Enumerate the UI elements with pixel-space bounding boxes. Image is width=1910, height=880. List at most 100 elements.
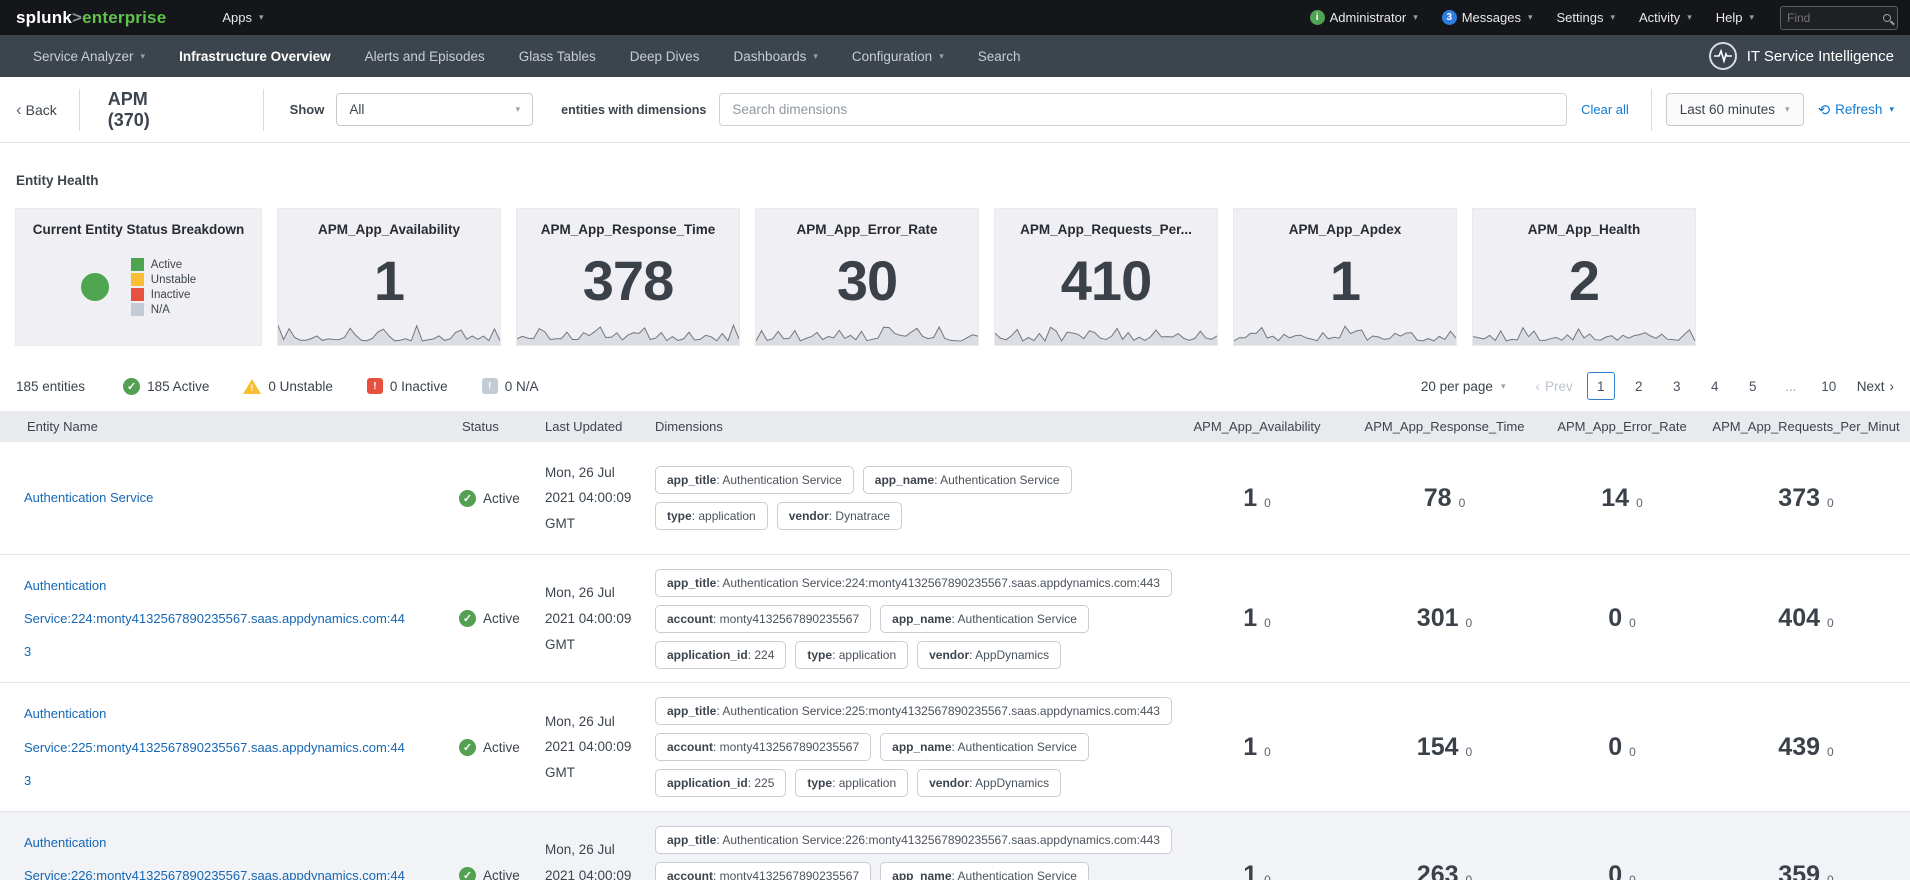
activity-menu[interactable]: Activity▾ (1627, 0, 1704, 35)
next-page-button[interactable]: Next › (1857, 379, 1894, 394)
dimension-chip-vendor[interactable]: vendor: AppDynamics (917, 641, 1061, 669)
apps-menu[interactable]: Apps▾ (210, 0, 275, 35)
nav-item-infrastructure-overview[interactable]: Infrastructure Overview (162, 35, 348, 77)
page-button-5[interactable]: 5 (1739, 372, 1767, 400)
entity-link[interactable]: Authentication Service:226:monty41325678… (24, 835, 405, 880)
column-header-apm-app-availability[interactable]: APM_App_Availability (1167, 419, 1347, 434)
metric-value: 14 (1601, 484, 1629, 513)
page-button-1[interactable]: 1 (1587, 372, 1615, 400)
status-badge-label: 185 Active (147, 379, 209, 394)
page-button-3[interactable]: 3 (1663, 372, 1691, 400)
nav-item-service-analyzer[interactable]: Service Analyzer▾ (16, 35, 162, 77)
chevron-right-icon: › (1890, 379, 1895, 394)
metric-sub-value: 0 (1629, 616, 1636, 630)
back-button[interactable]: ‹ Back (16, 100, 79, 120)
help-menu[interactable]: Help▾ (1704, 0, 1766, 35)
entity-status-label: Active (483, 491, 520, 506)
metric-card-apm-app-response-time[interactable]: APM_App_Response_Time378 (516, 208, 740, 346)
dimension-chip-app_title[interactable]: app_title: Authentication Service (655, 466, 854, 494)
nav-item-search[interactable]: Search (961, 35, 1038, 77)
nav-item-label: Configuration (852, 49, 932, 64)
entity-status-cell: Active (435, 610, 540, 627)
dimension-chip-vendor[interactable]: vendor: Dynatrace (777, 502, 902, 530)
app-title[interactable]: IT Service Intelligence (1709, 42, 1894, 70)
metric-value: 359 (1778, 861, 1820, 880)
dimension-chip-app_title[interactable]: app_title: Authentication Service:226:mo… (655, 826, 1172, 854)
page-button-4[interactable]: 4 (1701, 372, 1729, 400)
nav-item-label: Glass Tables (519, 49, 596, 64)
metric-card-apm-app-apdex[interactable]: APM_App_Apdex1 (1233, 208, 1457, 346)
dimension-chip-app_name[interactable]: app_name: Authentication Service (863, 466, 1072, 494)
page-button-2[interactable]: 2 (1625, 372, 1653, 400)
find-search-box[interactable] (1780, 6, 1898, 30)
nav-item-deep-dives[interactable]: Deep Dives (613, 35, 717, 77)
apps-menu-label: Apps (222, 10, 252, 25)
column-header-apm-app-error-rate[interactable]: APM_App_Error_Rate (1542, 419, 1702, 434)
column-header-entity-name[interactable]: Entity Name (0, 419, 435, 434)
metric-card-apm-app-requests-per-[interactable]: APM_App_Requests_Per...410 (994, 208, 1218, 346)
na-alert-icon (482, 378, 498, 394)
per-page-dropdown[interactable]: 20 per page ▾ (1421, 379, 1506, 394)
dimension-chip-application_id[interactable]: application_id: 225 (655, 769, 786, 797)
dimension-chip-type[interactable]: type: application (795, 769, 908, 797)
page-ellipsis: ... (1777, 372, 1805, 400)
administrator-menu[interactable]: i Administrator▾ (1298, 0, 1430, 35)
dimension-chip-app_title[interactable]: app_title: Authentication Service:224:mo… (655, 569, 1172, 597)
active-check-icon (459, 610, 476, 627)
dimension-chip-type[interactable]: type: application (795, 641, 908, 669)
dimension-key: type (667, 509, 692, 523)
metric-card-apm-app-health[interactable]: APM_App_Health2 (1472, 208, 1696, 346)
column-header-dimensions[interactable]: Dimensions (652, 419, 1167, 434)
nav-item-glass-tables[interactable]: Glass Tables (502, 35, 613, 77)
find-input[interactable] (1787, 11, 1883, 25)
refresh-button[interactable]: ⟲ Refresh ▾ (1818, 101, 1894, 119)
entity-status-cell: Active (435, 739, 540, 756)
dimension-chip-account[interactable]: account: monty4132567890235567 (655, 733, 871, 761)
search-dimensions-input[interactable] (719, 93, 1567, 126)
column-header-apm-app-requests-per-minut[interactable]: APM_App_Requests_Per_Minut (1702, 419, 1910, 434)
messages-menu[interactable]: 3 Messages▾ (1430, 0, 1545, 35)
show-filter-dropdown[interactable]: All ▾ (336, 93, 533, 126)
dimension-key: type (807, 776, 832, 790)
clear-all-link[interactable]: Clear all (1581, 102, 1629, 117)
column-header-last-updated[interactable]: Last Updated (540, 419, 652, 434)
metric-card-apm-app-error-rate[interactable]: APM_App_Error_Rate30 (755, 208, 979, 346)
dimension-chip-app_name[interactable]: app_name: Authentication Service (880, 733, 1089, 761)
metric-value-cell-2: 00 (1542, 861, 1702, 880)
dimension-chip-account[interactable]: account: monty4132567890235567 (655, 862, 871, 880)
page-button-10[interactable]: 10 (1815, 372, 1843, 400)
metric-card-apm-app-availability[interactable]: APM_App_Availability1 (277, 208, 501, 346)
metric-card-value: 30 (756, 253, 978, 309)
time-range-value: Last 60 minutes (1680, 102, 1775, 117)
time-range-dropdown[interactable]: Last 60 minutes ▾ (1666, 93, 1804, 126)
nav-item-alerts-and-episodes[interactable]: Alerts and Episodes (348, 35, 502, 77)
metric-value-cell-1: 1540 (1347, 733, 1542, 762)
dimension-chip-type[interactable]: type: application (655, 502, 768, 530)
status-breakdown-card[interactable]: Current Entity Status Breakdown ActiveUn… (15, 208, 262, 346)
last-updated-cell: Mon, 26 Jul 2021 04:00:09 GMT (540, 460, 635, 537)
entity-link[interactable]: Authentication Service (24, 490, 153, 505)
column-header-status[interactable]: Status (435, 419, 540, 434)
nav-item-dashboards[interactable]: Dashboards▾ (717, 35, 835, 77)
divider (263, 89, 264, 131)
dimension-key: application_id (667, 776, 748, 790)
metric-sub-value: 0 (1827, 616, 1834, 630)
dimension-chip-app_title[interactable]: app_title: Authentication Service:225:mo… (655, 697, 1172, 725)
dimension-chip-vendor[interactable]: vendor: AppDynamics (917, 769, 1061, 797)
next-label: Next (1857, 379, 1885, 394)
prev-page-button[interactable]: ‹ Prev (1535, 379, 1572, 394)
entity-link[interactable]: Authentication Service:225:monty41325678… (24, 706, 405, 787)
dimension-chip-app_name[interactable]: app_name: Authentication Service (880, 862, 1089, 880)
metric-sparkline (995, 317, 1217, 345)
column-header-apm-app-response-time[interactable]: APM_App_Response_Time (1347, 419, 1542, 434)
splunk-logo[interactable]: splunk>enterprise (16, 8, 166, 28)
per-page-label: 20 per page (1421, 379, 1493, 394)
settings-menu[interactable]: Settings▾ (1545, 0, 1628, 35)
dimension-chip-application_id[interactable]: application_id: 224 (655, 641, 786, 669)
entity-link[interactable]: Authentication Service:224:monty41325678… (24, 578, 405, 659)
metric-sub-value: 0 (1629, 873, 1636, 880)
dimension-chip-account[interactable]: account: monty4132567890235567 (655, 605, 871, 633)
dimension-chip-app_name[interactable]: app_name: Authentication Service (880, 605, 1089, 633)
nav-item-configuration[interactable]: Configuration▾ (835, 35, 961, 77)
summary-row: 185 entities 185 Active0 Unstable0 Inact… (16, 372, 1894, 400)
